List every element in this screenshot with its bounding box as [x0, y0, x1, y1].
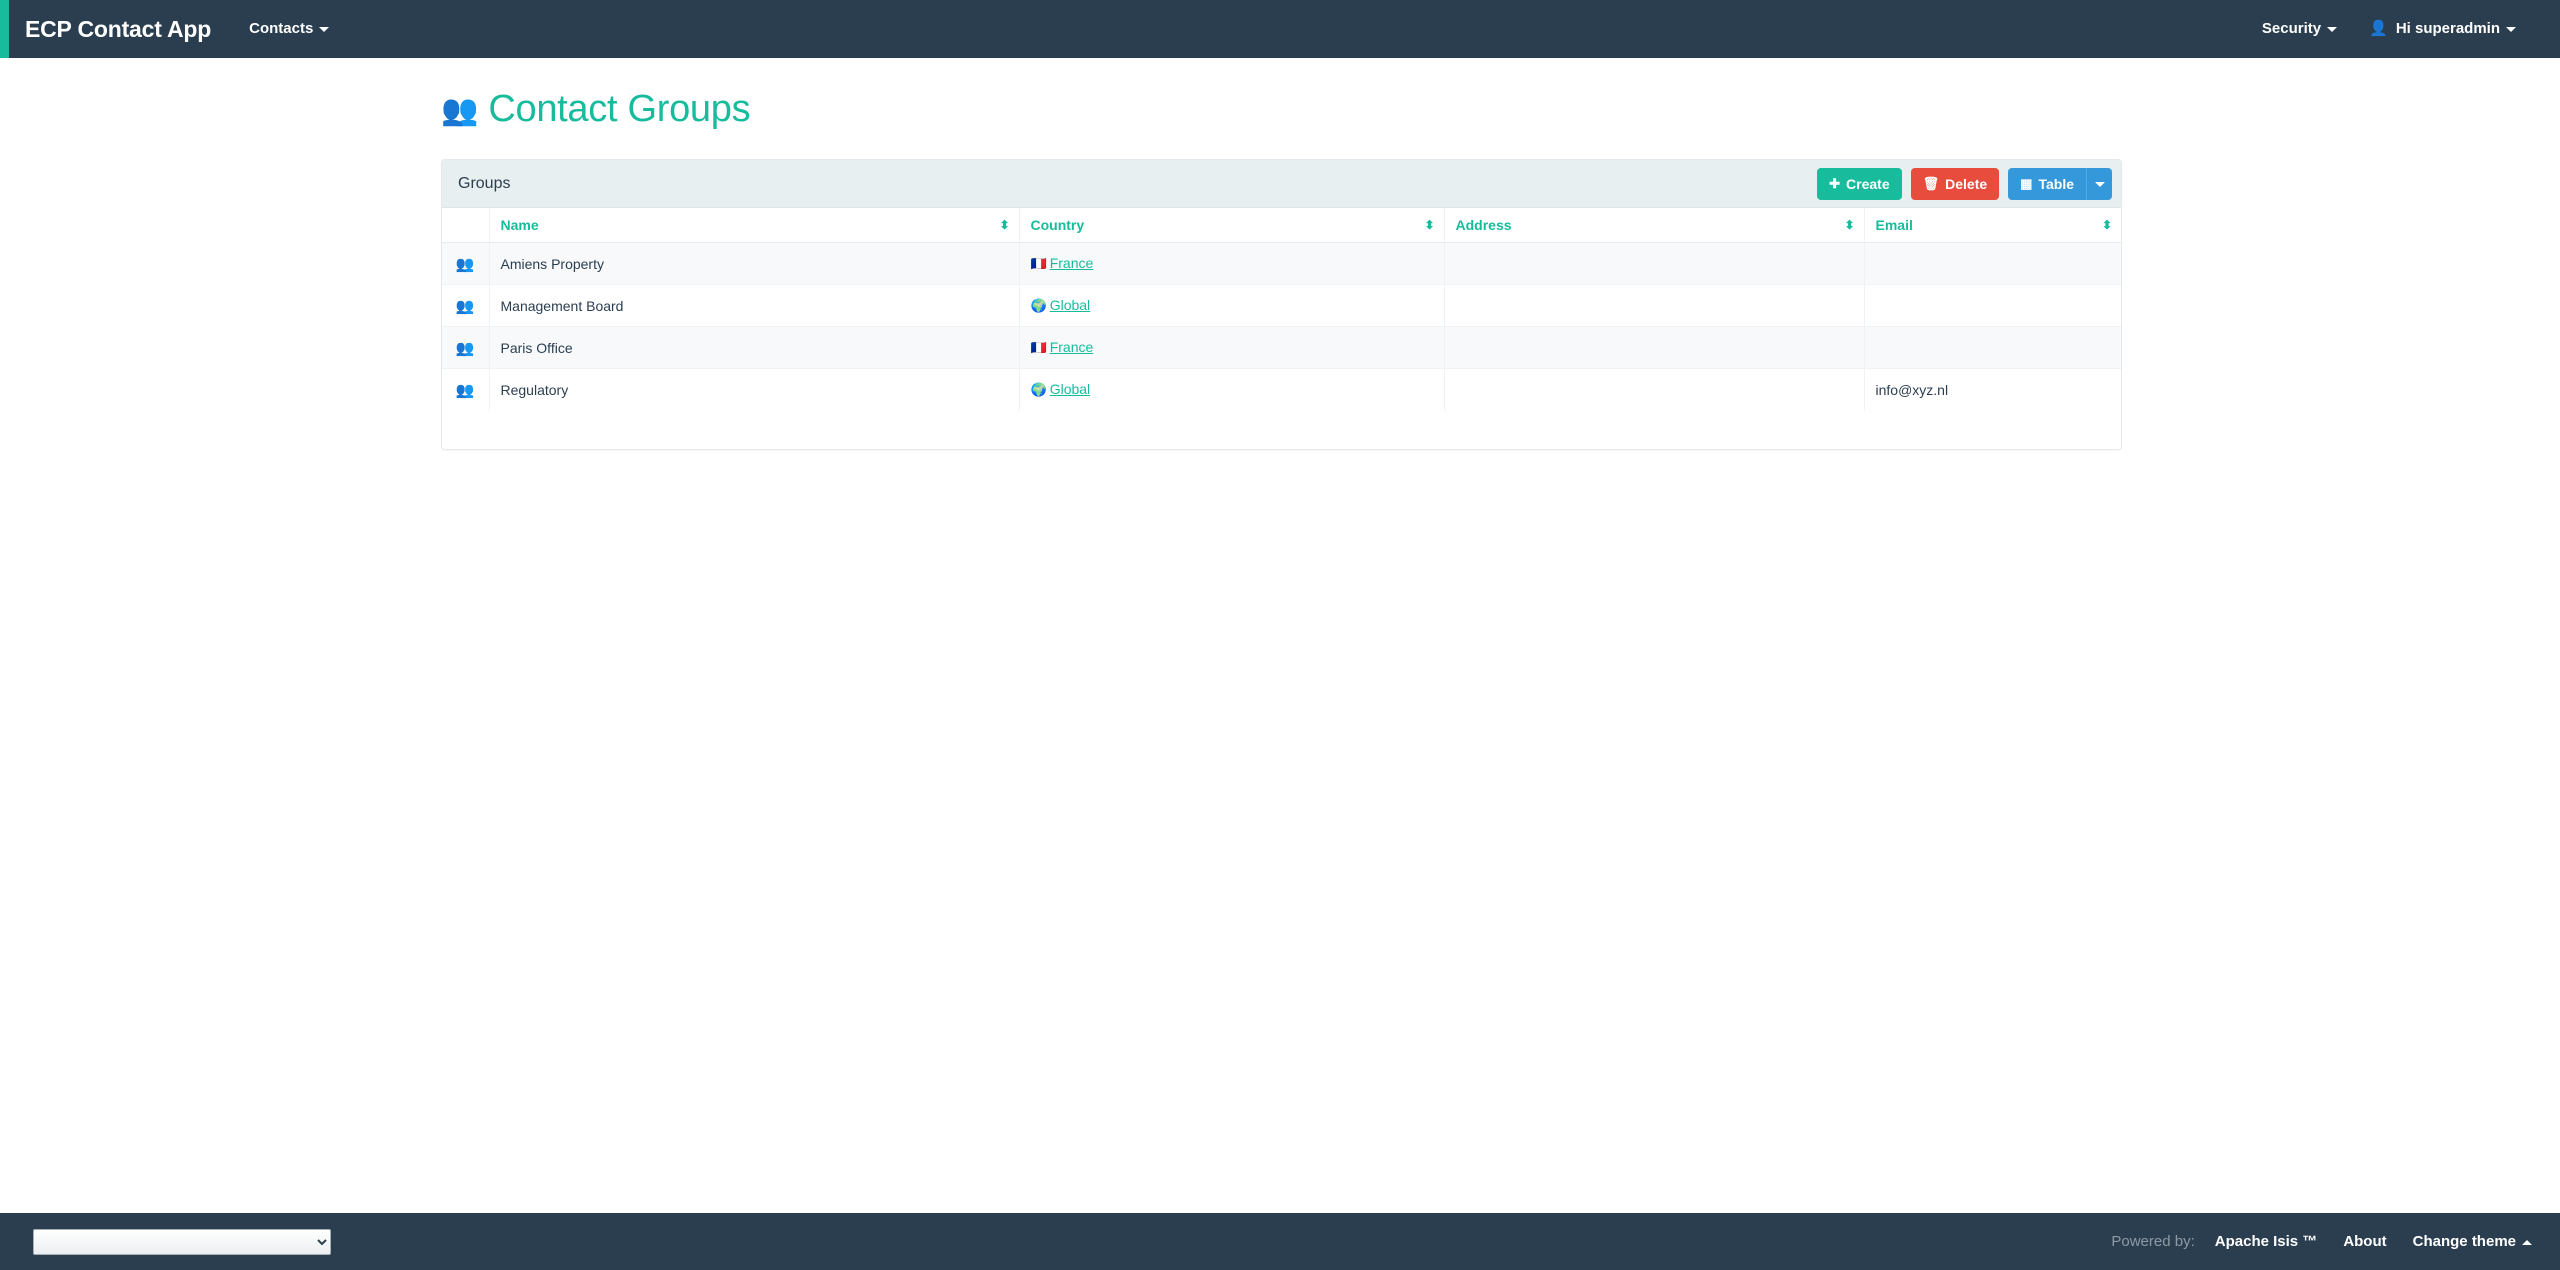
nav-item-security-label: Security [2261, 20, 2322, 37]
trash-icon: 🗑 [1922, 176, 1940, 191]
panel-title: Groups [458, 174, 511, 192]
nav-item-contacts-label: Contacts [249, 20, 314, 37]
sort-toggle-address-icon[interactable]: ⬍ [1844, 219, 1854, 231]
create-button-label: Create [1846, 176, 1890, 192]
cell-address [1443, 284, 1864, 327]
nav-item-user-menu[interactable]: 👤 Hi superadmin [2353, 0, 2532, 58]
sort-toggle-country-icon[interactable]: ⬍ [1424, 219, 1434, 231]
page-title: Contact Groups [488, 88, 751, 130]
chevron-down-icon [2327, 26, 2338, 32]
navbar-left-section: ECP Contact App Contacts [9, 0, 345, 58]
table-header-address[interactable]: Address ⬍ [1443, 208, 1864, 243]
nav-item-user-label: Hi superadmin [2395, 19, 2500, 37]
cell-name: Paris Office [488, 326, 1019, 369]
create-button[interactable]: ✚ Create [1817, 168, 1902, 200]
table-header-country[interactable]: Country ⬍ [1018, 208, 1444, 243]
chevron-down-icon [2094, 181, 2105, 187]
top-navbar: ECP Contact App Contacts Security 👤 Hi su… [0, 0, 2560, 58]
globe-icon: 🌍 [1030, 298, 1047, 313]
table-header-name[interactable]: Name ⬍ [488, 208, 1019, 243]
table-view-button-group: ▦ Table [2008, 168, 2112, 200]
sort-toggle-name-icon[interactable]: ⬍ [999, 219, 1009, 231]
table-header-country-label: Country [1030, 217, 1085, 233]
row-people-icon: 👥 [442, 326, 489, 369]
table-header-address-label: Address [1455, 217, 1512, 233]
flag-icon: 🇫🇷 [1030, 340, 1047, 355]
powered-by-label: Powered by: [2111, 1233, 2195, 1250]
nav-item-contacts[interactable]: Contacts [233, 0, 345, 58]
cell-country: 🌍 Global [1018, 368, 1444, 411]
cell-address [1443, 242, 1864, 285]
cell-country: 🇫🇷 France [1018, 326, 1444, 369]
footer-right-section: Powered by: Apache Isis ™ About Change t… [2111, 1233, 2560, 1250]
cell-name: Amiens Property [488, 242, 1019, 285]
groups-table: Name ⬍ Country ⬍ Address ⬍ Email ⬍ 👥 Ami… [442, 208, 2121, 411]
globe-icon: 🌍 [1030, 382, 1047, 398]
brand-link[interactable]: ECP Contact App [9, 0, 233, 58]
table-header-row: Name ⬍ Country ⬍ Address ⬍ Email ⬍ [442, 208, 2121, 243]
table-row[interactable]: 👥 Regulatory 🌍 Global info@xyz.nl [442, 368, 2121, 411]
row-people-icon: 👥 [442, 368, 489, 411]
panel-action-buttons: ✚ Create 🗑 Delete ▦ Table [1817, 168, 2112, 200]
people-icon: 👥 [441, 94, 479, 127]
table-row[interactable]: 👥 Paris Office 🇫🇷 France [442, 326, 2121, 369]
table-view-button[interactable]: ▦ Table [2008, 168, 2086, 200]
cell-email [1863, 284, 2121, 327]
cell-name: Regulatory [488, 368, 1019, 411]
country-link[interactable]: France [1050, 339, 1094, 355]
table-header-icon-column [442, 208, 489, 243]
table-view-button-label: Table [2038, 176, 2074, 192]
cell-email: info@xyz.nl [1863, 368, 2121, 411]
table-header-name-label: Name [500, 217, 539, 233]
row-people-icon: 👥 [442, 284, 489, 327]
country-link[interactable]: France [1050, 255, 1094, 271]
panel-heading: Groups ✚ Create 🗑 Delete ▦ Table [442, 160, 2121, 208]
sort-toggle-email-icon[interactable]: ⬍ [2102, 219, 2112, 231]
table-icon: ▦ [2020, 176, 2033, 191]
chevron-down-icon [2506, 26, 2516, 32]
table-header: Name ⬍ Country ⬍ Address ⬍ Email ⬍ [442, 208, 2121, 243]
chevron-down-icon [319, 26, 330, 32]
table-view-dropdown-toggle[interactable] [2086, 168, 2112, 200]
flag-icon: 🇫🇷 [1030, 256, 1047, 271]
cell-address [1443, 326, 1864, 369]
cell-address [1443, 368, 1864, 411]
table-header-email[interactable]: Email ⬍ [1863, 208, 2121, 243]
table-row[interactable]: 👥 Amiens Property 🇫🇷 France [442, 242, 2121, 285]
country-link[interactable]: Global [1050, 381, 1090, 397]
cell-country: 🌍 Global [1018, 284, 1444, 327]
table-body: 👥 Amiens Property 🇫🇷 France 👥 Management … [442, 242, 2121, 411]
cell-email [1863, 326, 2121, 369]
cell-country: 🇫🇷 France [1018, 242, 1444, 285]
cell-email [1863, 242, 2121, 285]
chevron-up-icon [2522, 1239, 2532, 1245]
user-icon: 👤 [2369, 20, 2388, 38]
footer-select[interactable] [33, 1228, 331, 1255]
panel-footer-spacer [442, 410, 2121, 449]
plus-icon: ✚ [1829, 176, 1841, 191]
cell-name: Management Board [488, 284, 1019, 327]
page-footer: Powered by: Apache Isis ™ About Change t… [0, 1213, 2560, 1270]
change-theme-label: Change theme [2412, 1233, 2516, 1250]
about-link[interactable]: About [2343, 1233, 2386, 1250]
table-header-email-label: Email [1875, 217, 1913, 233]
navbar-accent-bar [0, 0, 9, 58]
delete-button-label: Delete [1945, 176, 1988, 192]
row-people-icon: 👥 [442, 242, 489, 285]
country-link[interactable]: Global [1050, 297, 1090, 313]
groups-panel: Groups ✚ Create 🗑 Delete ▦ Table Name ⬍ … [441, 159, 2122, 450]
delete-button[interactable]: 🗑 Delete [1910, 168, 2000, 200]
apache-isis-link[interactable]: Apache Isis ™ [2215, 1233, 2318, 1250]
nav-item-security[interactable]: Security [2246, 0, 2353, 58]
page-header: 👥 Contact Groups [441, 88, 751, 130]
change-theme-link[interactable]: Change theme [2413, 1233, 2532, 1250]
navbar-right-section: Security 👤 Hi superadmin [2246, 0, 2560, 58]
table-row[interactable]: 👥 Management Board 🌍 Global [442, 284, 2121, 327]
